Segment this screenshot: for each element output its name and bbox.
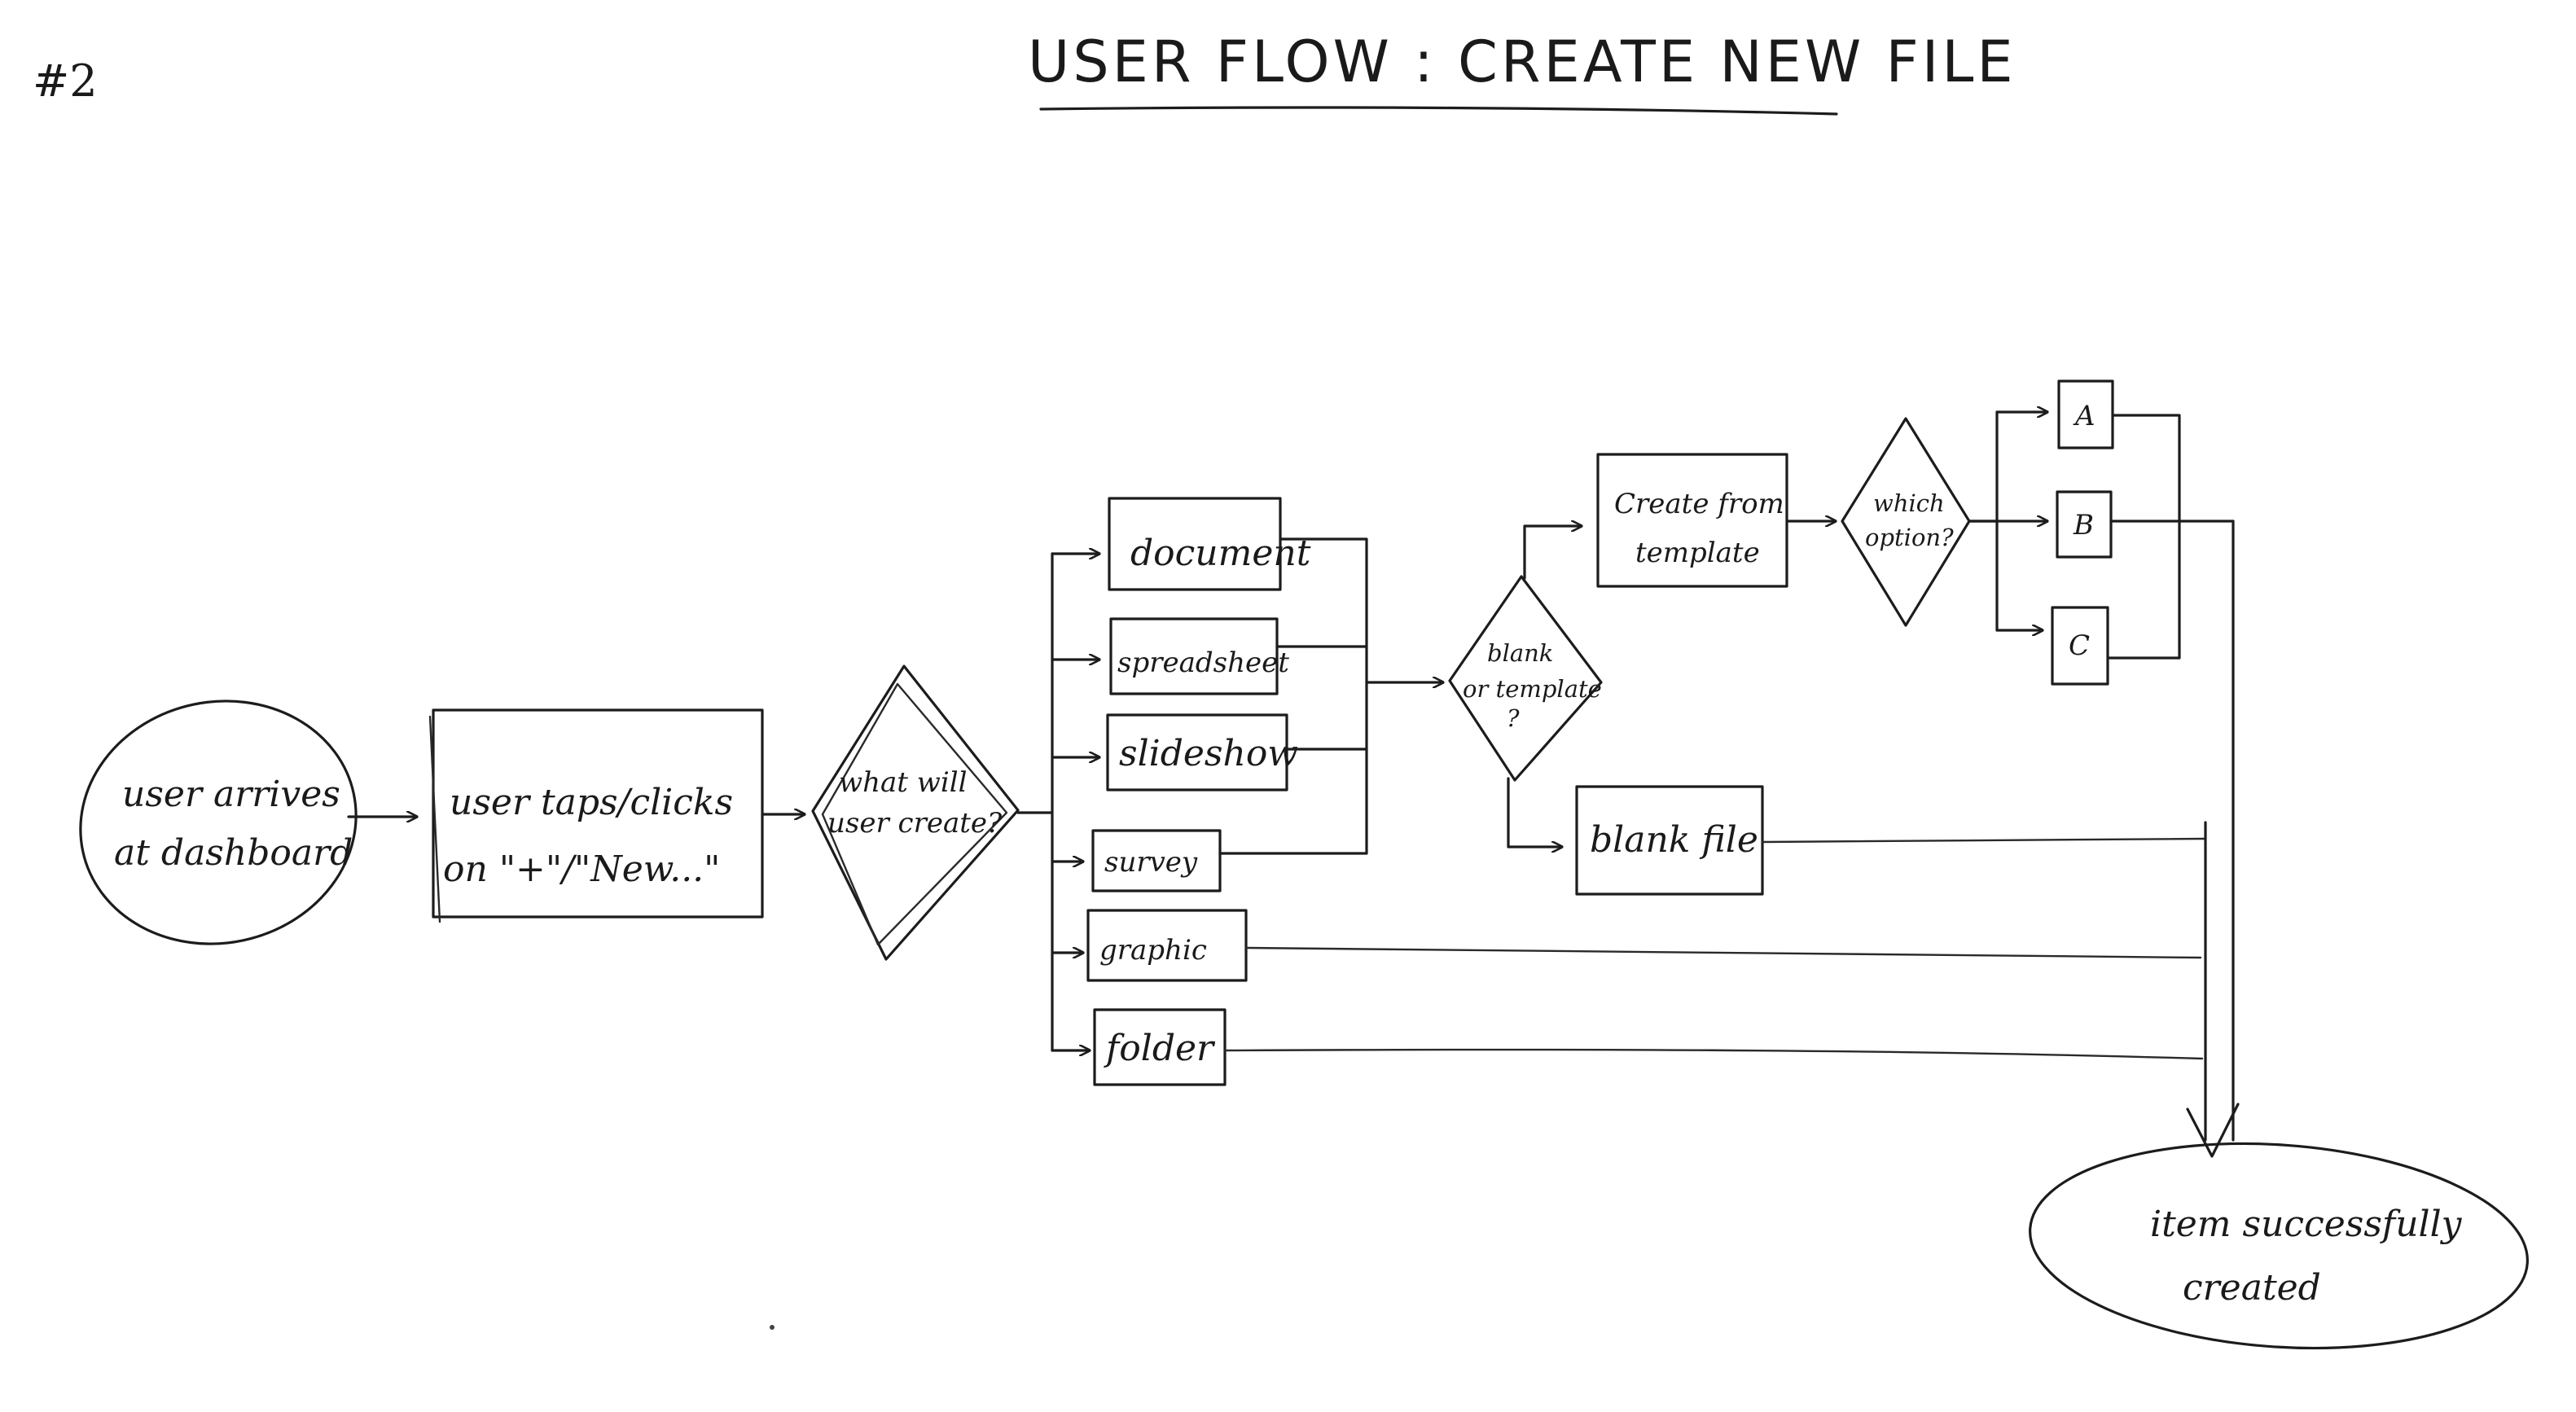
what-decision-line1: what will [839, 766, 967, 799]
end-node-line2: created [2183, 1267, 2321, 1309]
blank-or-template-line1: blank [1487, 639, 1553, 667]
which-option-line1: which [1873, 489, 1945, 517]
option-b-label: B [2073, 509, 2094, 542]
create-from-template-line1: Create from [1614, 488, 1784, 520]
start-node-oval: user arrives at dashboard [79, 699, 358, 945]
graphic-label: graphic [1099, 934, 1207, 967]
user-flow-diagram: #2 USER FLOW : CREATE NEW FILE user arri… [33, 29, 2529, 1350]
option-a-label: A [2073, 400, 2095, 432]
title-underline [1039, 106, 1838, 116]
connector-graphic-to-end [1244, 946, 2202, 959]
what-decision-diamond: what will user create? [811, 664, 1020, 961]
survey-label: survey [1104, 846, 1198, 879]
which-option-diamond: which option? [1841, 417, 1971, 627]
create-from-template-line2: template [1635, 537, 1760, 569]
blank-or-template-diamond: blank or template ? [1448, 575, 1603, 782]
survey-box: survey [1091, 829, 1222, 892]
option-b-box: B [2056, 490, 2113, 559]
option-a-box: A [2057, 379, 2114, 449]
merge-bracket [1218, 537, 1368, 855]
which-option-line2: option? [1865, 524, 1954, 551]
graphic-box: graphic [1086, 909, 1248, 982]
start-node-line1: user arrives [122, 774, 340, 815]
slideshow-label: slideshow [1119, 733, 1298, 774]
arrow-into-end [2186, 1103, 2240, 1158]
start-node-line2: at dashboard [114, 832, 353, 874]
option-merge-bracket [2108, 414, 2235, 660]
connector-folder-to-end [1223, 1048, 2204, 1060]
end-node-oval: item successfully created [2029, 1142, 2529, 1350]
taps-node-line1: user taps/clicks [450, 782, 733, 823]
option-c-label: C [2069, 629, 2090, 662]
spreadsheet-box: spreadsheet [1109, 617, 1289, 695]
document-box: document [1108, 497, 1311, 591]
branch-trunk [1016, 552, 1054, 1052]
folder-box: folder [1093, 1008, 1227, 1086]
blank-file-label: blank file [1590, 819, 1758, 861]
diagram-title: USER FLOW : CREATE NEW FILE [1028, 29, 2016, 95]
what-decision-line2: user create? [827, 807, 1003, 840]
end-node-line1: item successfully [2150, 1204, 2463, 1245]
blank-or-template-line2: or template [1463, 675, 1602, 703]
slideshow-box: slideshow [1106, 713, 1298, 792]
arrow-to-create-from-template [1523, 526, 1583, 580]
main-down-connector [2204, 520, 2235, 1142]
folder-label: folder [1104, 1028, 1216, 1069]
connector-blank-file-to-end [1761, 837, 2205, 844]
taps-node-box: user taps/clicks on "+"/"New..." [428, 708, 764, 923]
pencil-dot [770, 1325, 775, 1330]
create-from-template-box: Create from template [1596, 453, 1788, 588]
taps-node-line2: on "+"/"New..." [443, 849, 720, 890]
option-c-box: C [2051, 606, 2109, 686]
blank-or-template-line3: ? [1507, 704, 1520, 732]
arrow-to-blank-file [1507, 777, 1564, 847]
blank-file-box: blank file [1575, 785, 1764, 896]
spreadsheet-label: spreadsheet [1117, 647, 1289, 679]
page-number: #2 [33, 55, 98, 107]
